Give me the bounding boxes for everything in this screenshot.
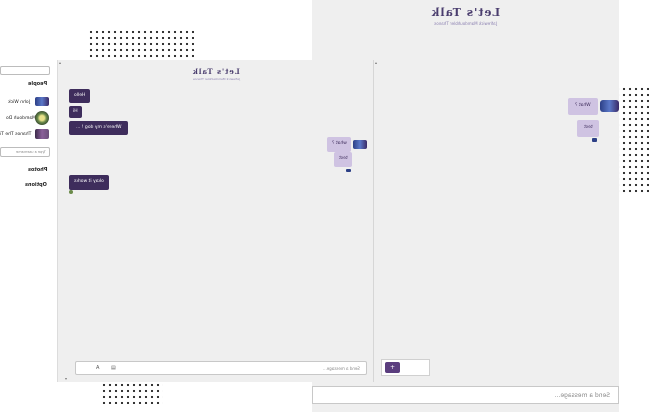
add-button[interactable]: +: [385, 362, 400, 373]
emoji-icon[interactable]: A: [96, 365, 99, 371]
sidebar-user-name: John Wick: [8, 100, 30, 105]
sidebar: People John Wick Mamdouh Do Thanos The T…: [0, 60, 58, 382]
right-panel: ▴ +: [374, 60, 430, 382]
message-input-placeholder: Send a message...: [323, 366, 360, 371]
avatar: [35, 111, 49, 125]
photos-label[interactable]: Photos: [28, 167, 47, 173]
dot-pattern-top: [88, 29, 194, 61]
back-avatar: [600, 100, 619, 112]
message-bubble-right: test: [334, 152, 352, 167]
sidebar-user-name: Thanos The Ti: [0, 132, 32, 137]
avatar: [353, 140, 367, 149]
front-window-subtitle: Jafrewick Mamdouhbler Thanos: [192, 77, 240, 81]
back-avatar-small: [592, 138, 597, 142]
message-bubble-left: Hello: [69, 89, 90, 103]
avatar: [35, 129, 49, 139]
dot-pattern-bottom: [101, 382, 163, 404]
options-label[interactable]: Options: [25, 182, 47, 188]
back-window-title: Let's Talk: [430, 6, 501, 19]
avatar: [35, 97, 49, 106]
back-message-input[interactable]: Send a message...: [312, 386, 619, 404]
avatar-small: [346, 169, 351, 172]
scroll-down-arrow[interactable]: ▾: [65, 376, 67, 381]
front-window-title: Let's Talk: [192, 67, 240, 76]
back-window-subtitle: Jafrewick Mamdouhbler Thanos: [434, 21, 497, 26]
sidebar-user-name: Mamdouh Do: [6, 116, 36, 121]
dot-pattern-right: [615, 86, 649, 194]
back-message-bubble: test: [577, 120, 599, 137]
chat-area: ▴ ▾ Let's Talk Jafrewick Mamdouhbler Tha…: [58, 60, 374, 382]
message-bubble-left: okay it works: [69, 175, 109, 190]
message-bubble-left: Where's my dog ! ...: [69, 121, 128, 135]
front-chat-window: People John Wick Mamdouh Do Thanos The T…: [0, 60, 430, 382]
sidebar-search-input[interactable]: [0, 66, 50, 75]
message-input[interactable]: A ▤ Send a message...: [75, 361, 367, 375]
message-bubble-left: Hi: [69, 106, 82, 118]
scroll-up-arrow[interactable]: ▴: [59, 60, 61, 65]
username-search-input[interactable]: Type a username: [0, 147, 50, 157]
people-heading: People: [28, 81, 48, 87]
attach-icon[interactable]: ▤: [111, 365, 116, 371]
back-message-bubble: What ?: [568, 98, 598, 115]
avatar-small: [69, 190, 73, 194]
message-bubble-right: what ?: [327, 137, 351, 152]
right-panel-scroll-arrow[interactable]: ▴: [375, 60, 377, 65]
